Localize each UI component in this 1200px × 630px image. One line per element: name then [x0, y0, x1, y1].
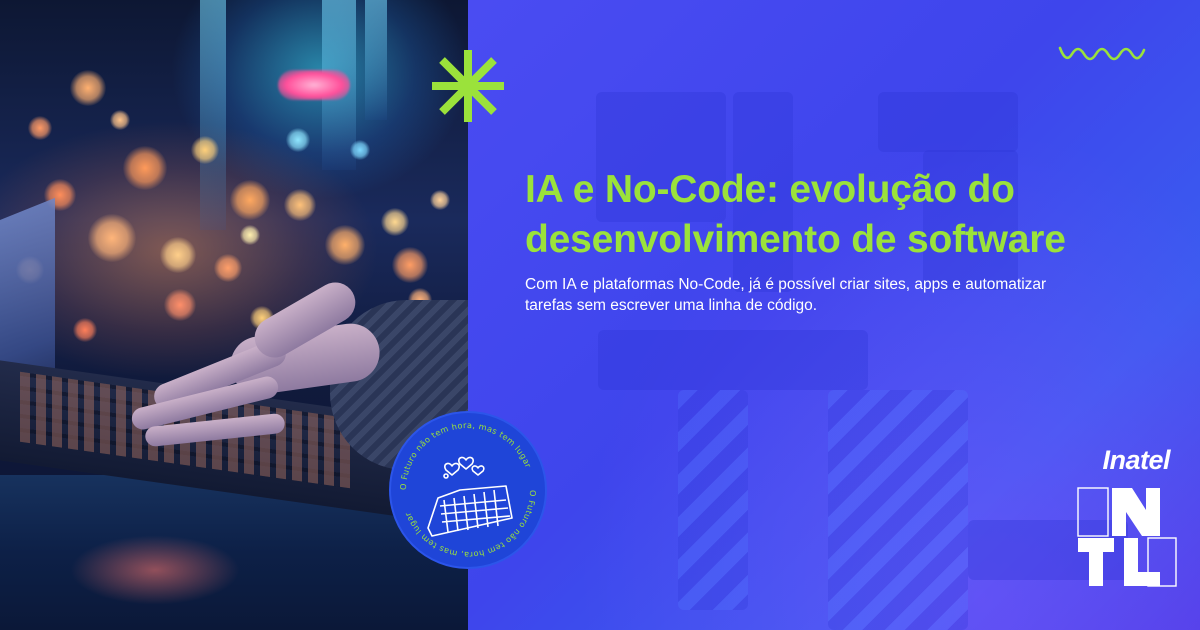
bokeh-light [214, 254, 242, 282]
brand-mark: N T L [1077, 487, 1177, 587]
asterisk-icon [432, 50, 504, 122]
bokeh-light [430, 190, 450, 210]
bokeh-light [286, 128, 310, 152]
badge-seal: O Futuro não tem hora, mas tem lugar O F… [389, 411, 547, 569]
banner: IA e No-Code: evolução do desenvolviment… [0, 0, 1200, 630]
bokeh-light [73, 318, 97, 342]
bokeh-light [325, 225, 365, 265]
photo-building [200, 0, 226, 230]
bokeh-light [230, 180, 270, 220]
bokeh-light [160, 237, 196, 273]
bokeh-light [88, 214, 136, 262]
photo-neon-sign [278, 70, 350, 100]
bokeh-light [381, 208, 409, 236]
wave-icon [1058, 46, 1146, 61]
ghost-shape-striped [828, 390, 968, 630]
bokeh-light [191, 136, 219, 164]
bokeh-light [110, 110, 130, 130]
page-subtitle: Com IA e plataformas No-Code, já é possí… [525, 276, 1047, 314]
ghost-shape [598, 330, 868, 390]
bokeh-light [284, 189, 316, 221]
bokeh-light [350, 140, 370, 160]
bokeh-light [123, 146, 167, 190]
bokeh-light [392, 247, 428, 283]
brand-name: Inatel [1102, 445, 1170, 475]
bokeh-light [164, 289, 196, 321]
bokeh-light [240, 225, 260, 245]
page-title: IA e No-Code: evolução do desenvolviment… [525, 168, 1066, 261]
ghost-shape-striped [678, 390, 748, 610]
photo-building [365, 0, 387, 120]
ghost-shape [878, 92, 1018, 152]
bokeh-light [28, 116, 52, 140]
bokeh-light [70, 70, 106, 106]
